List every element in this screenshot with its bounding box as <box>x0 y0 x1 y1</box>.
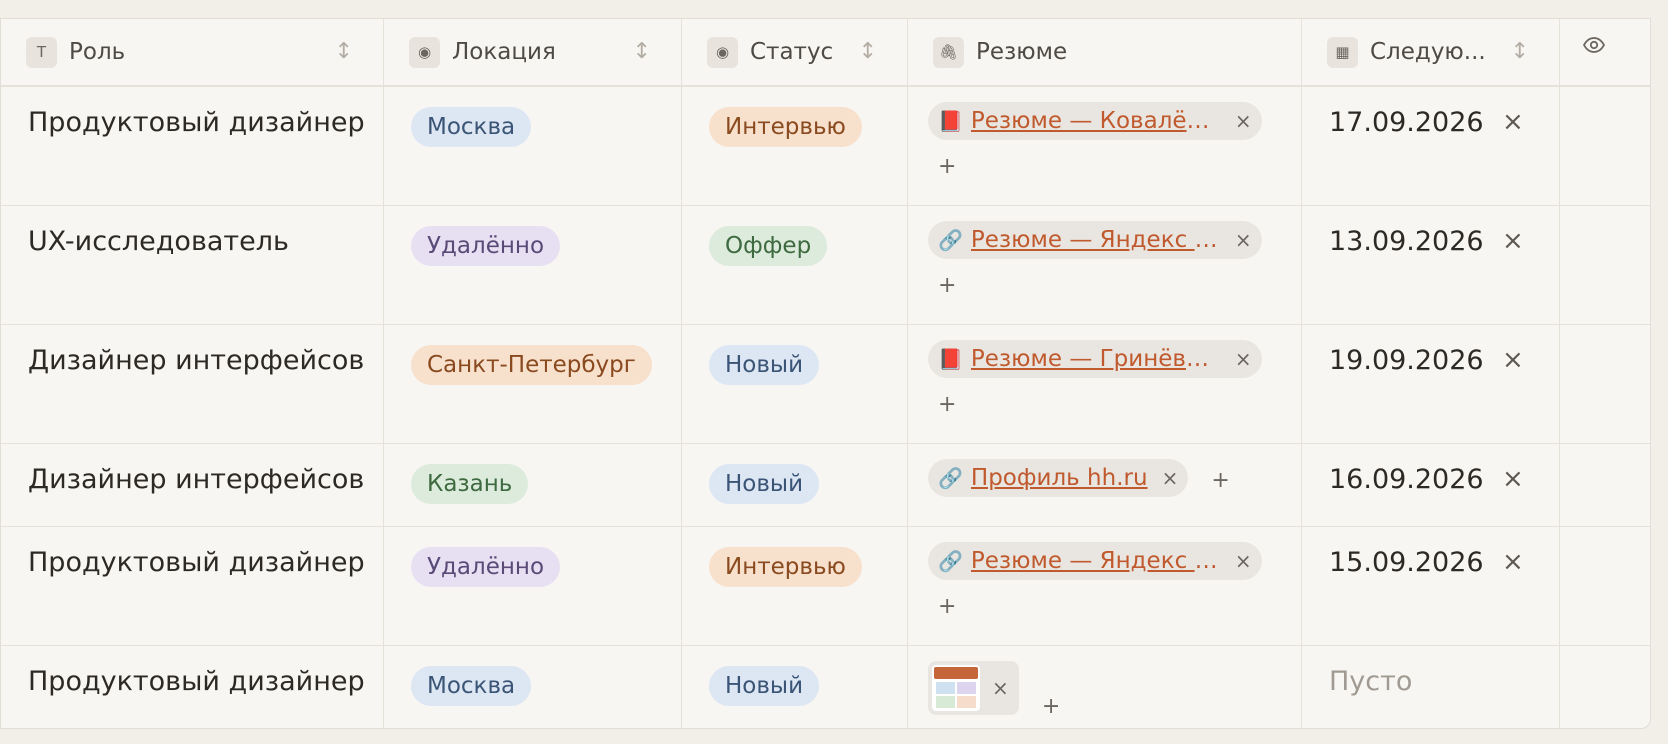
column-header-next-date[interactable]: ▦ Следую... ↕ <box>1302 19 1560 85</box>
link-icon: 🔗 <box>938 228 963 252</box>
file-thumbnail[interactable]: × <box>928 661 1019 715</box>
link-icon: 🔗 <box>938 549 963 573</box>
column-header-location[interactable]: ◉ Локация ↕ <box>384 19 682 85</box>
table-header: T Роль ↕ ◉ Локация ↕ ◉ Статус ↕ 🖇 Резюме… <box>1 19 1650 87</box>
status-tag[interactable]: Интервью <box>709 547 862 587</box>
attachment-link[interactable]: Резюме — Гринёва.... <box>971 346 1221 372</box>
close-icon[interactable]: × <box>1235 109 1252 133</box>
location-tag[interactable]: Москва <box>411 666 532 706</box>
close-icon[interactable]: × <box>1235 549 1252 573</box>
link-icon: 🔗 <box>938 466 963 490</box>
column-header-resume[interactable]: 🖇 Резюме <box>908 19 1302 85</box>
resume-cell: 🔗 Профиль hh.ru × + <box>908 444 1302 526</box>
sort-icon[interactable]: ↕ <box>1511 39 1529 64</box>
add-attachment-button[interactable]: + <box>938 154 1301 179</box>
role-cell[interactable]: Дизайнер интерфейсов <box>1 325 384 443</box>
clear-date-icon[interactable]: × <box>1502 547 1524 577</box>
add-attachment-button[interactable]: + <box>1042 694 1060 719</box>
attachment-chip[interactable]: 🔗 Резюме — Яндекс Д... × <box>928 542 1262 580</box>
clear-date-icon[interactable]: × <box>1502 107 1524 137</box>
role-cell[interactable]: Дизайнер интерфейсов <box>1 444 384 526</box>
close-icon[interactable]: × <box>1162 466 1179 490</box>
book-icon: 📕 <box>938 347 963 371</box>
attachment-link[interactable]: Резюме — Яндекс Д... <box>971 227 1221 253</box>
date-value: 13.09.2026 <box>1329 226 1484 257</box>
location-tag[interactable]: Казань <box>411 464 529 504</box>
location-tag[interactable]: Удалённо <box>411 226 561 266</box>
select-type-icon: ◉ <box>409 36 440 68</box>
role-cell[interactable]: Продуктовый дизайнер <box>1 646 384 728</box>
image-preview-icon <box>932 665 980 711</box>
attachment-link[interactable]: Профиль hh.ru <box>971 465 1148 491</box>
date-value: 17.09.2026 <box>1329 107 1484 138</box>
attachment-chip[interactable]: 🔗 Профиль hh.ru × <box>928 459 1189 497</box>
close-icon[interactable]: × <box>1235 228 1252 252</box>
calendar-type-icon: ▦ <box>1327 36 1358 68</box>
add-attachment-button[interactable]: + <box>938 273 1301 298</box>
sort-icon[interactable]: ↕ <box>633 39 651 64</box>
location-tag[interactable]: Москва <box>411 107 532 147</box>
date-value: 16.09.2026 <box>1329 464 1484 495</box>
table-row[interactable]: Дизайнер интерфейсов Казань Новый 🔗 Проф… <box>1 444 1650 527</box>
column-header-status[interactable]: ◉ Статус ↕ <box>682 19 908 85</box>
table-row[interactable]: Дизайнер интерфейсов Санкт-Петербург Нов… <box>1 325 1650 444</box>
date-cell[interactable]: 13.09.2026 × <box>1302 206 1560 324</box>
resume-cell: 🔗 Резюме — Яндекс Д... × + <box>908 527 1302 645</box>
attachment-chip[interactable]: 📕 Резюме — Гринёва.... × <box>928 340 1262 378</box>
status-tag[interactable]: Новый <box>709 464 820 504</box>
add-attachment-button[interactable]: + <box>1211 468 1229 493</box>
empty-date-placeholder: Пусто <box>1329 666 1413 697</box>
sort-icon[interactable]: ↕ <box>335 39 353 64</box>
clear-date-icon[interactable]: × <box>1502 345 1524 375</box>
table-row[interactable]: Продуктовый дизайнер Москва Новый × + Пу… <box>1 646 1650 728</box>
table-row[interactable]: UX-исследователь Удалённо Оффер 🔗 Резюме… <box>1 206 1650 325</box>
role-cell[interactable]: UX-исследователь <box>1 206 384 324</box>
resume-cell: 📕 Резюме — Гринёва.... × + <box>908 325 1302 443</box>
status-tag[interactable]: Интервью <box>709 107 862 147</box>
book-icon: 📕 <box>938 109 963 133</box>
attachment-link[interactable]: Резюме — Яндекс Д... <box>971 548 1221 574</box>
select-type-icon: ◉ <box>707 36 738 68</box>
attachment-type-icon: 🖇 <box>933 36 964 68</box>
location-tag[interactable]: Удалённо <box>411 547 561 587</box>
close-icon[interactable]: × <box>992 676 1009 700</box>
location-tag[interactable]: Санкт-Петербург <box>411 345 652 385</box>
clear-date-icon[interactable]: × <box>1502 226 1524 256</box>
column-visibility[interactable] <box>1560 19 1650 85</box>
attachment-link[interactable]: Резюме — Ковалёв... <box>971 108 1221 134</box>
close-icon[interactable]: × <box>1235 347 1252 371</box>
table-row[interactable]: Продуктовый дизайнер Удалённо Интервью 🔗… <box>1 527 1650 646</box>
resume-cell: × + <box>908 646 1302 728</box>
date-cell[interactable]: 16.09.2026 × <box>1302 444 1560 526</box>
sort-icon[interactable]: ↕ <box>859 39 877 64</box>
role-cell[interactable]: Продуктовый дизайнер <box>1 87 384 205</box>
add-attachment-button[interactable]: + <box>938 594 1301 619</box>
text-type-icon: T <box>26 36 57 68</box>
date-cell[interactable]: Пусто <box>1302 646 1560 728</box>
resume-cell: 📕 Резюме — Ковалёв... × + <box>908 87 1302 205</box>
date-cell[interactable]: 19.09.2026 × <box>1302 325 1560 443</box>
date-cell[interactable]: 17.09.2026 × <box>1302 87 1560 205</box>
eye-icon[interactable] <box>1582 33 1606 57</box>
clear-date-icon[interactable]: × <box>1502 464 1524 494</box>
add-attachment-button[interactable]: + <box>938 392 1301 417</box>
date-value: 15.09.2026 <box>1329 547 1484 578</box>
column-header-role[interactable]: T Роль ↕ <box>1 19 384 85</box>
date-cell[interactable]: 15.09.2026 × <box>1302 527 1560 645</box>
date-value: 19.09.2026 <box>1329 345 1484 376</box>
role-cell[interactable]: Продуктовый дизайнер <box>1 527 384 645</box>
attachment-chip[interactable]: 🔗 Резюме — Яндекс Д... × <box>928 221 1262 259</box>
status-tag[interactable]: Оффер <box>709 226 828 266</box>
candidates-table: T Роль ↕ ◉ Локация ↕ ◉ Статус ↕ 🖇 Резюме… <box>0 18 1651 729</box>
attachment-chip[interactable]: 📕 Резюме — Ковалёв... × <box>928 102 1262 140</box>
status-tag[interactable]: Новый <box>709 666 820 706</box>
resume-cell: 🔗 Резюме — Яндекс Д... × + <box>908 206 1302 324</box>
table-row[interactable]: Продуктовый дизайнер Москва Интервью 📕 Р… <box>1 87 1650 206</box>
status-tag[interactable]: Новый <box>709 345 820 385</box>
